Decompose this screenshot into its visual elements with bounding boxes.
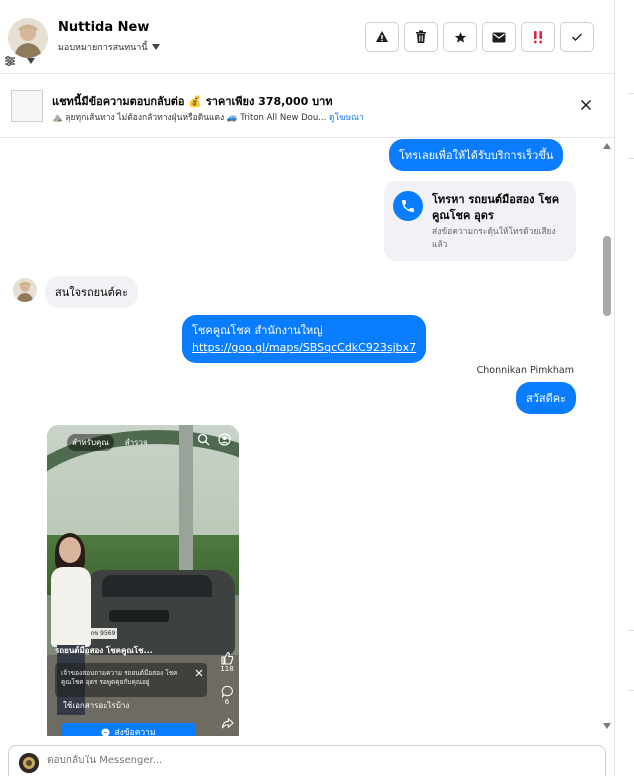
delete-button[interactable] [404,22,438,52]
checkmark-icon [572,33,582,41]
sender-name: Chonnikan Pimkham [476,365,574,376]
call-card-subtitle: ส่งข้อความกระตุ้นให้โทรด้วยเสียงแล้ว [432,227,556,250]
chevron-down-icon [151,44,160,50]
message-text: โชคคูณโชค สำนักงานใหญ่ [192,324,323,337]
comment-count: 6 [224,698,230,706]
maps-link[interactable]: https://goo.gl/maps/SBSqcCdkC923sjbx7 [192,339,416,356]
mark-done-button[interactable] [560,22,594,52]
follow-up-icon [533,31,543,44]
alert-triangle-icon [376,31,388,42]
call-card-title: โทรหา รถยนต์มือสอง โชคคูณโชค อุดร [432,193,560,222]
contact-name[interactable]: Nuttida New [58,20,149,35]
comment-icon [221,685,233,698]
star-icon [454,31,466,43]
trash-icon [416,30,426,43]
close-icon[interactable] [578,97,594,113]
share-icon [221,717,234,729]
assign-conversation-dropdown[interactable]: มอบหมายการสนทนานี้ [58,40,160,54]
message-thread[interactable]: โทรเลยเพื่อให้ได้รับบริการเร็วขึ้น โทรหา… [0,139,600,736]
reply-input[interactable] [47,755,567,766]
filter-menu-button[interactable] [4,54,38,68]
view-ad-link[interactable]: ดูโฆษณา [329,113,364,123]
call-request-card[interactable]: โทรหา รถยนต์มือสอง โชคคูณโชค อุดร ส่งข้อ… [384,181,576,261]
contact-avatar[interactable] [8,18,48,58]
video-caption: รถยนต์มือสอง โชคคูณโช... [55,646,153,655]
tab-explore[interactable]: สำรวจ [120,434,153,451]
close-icon[interactable] [195,669,203,677]
ad-banner-title: แชทนี้มีข้อความตอบกลับต่อ 💰 ราคาเพียง 37… [52,95,333,108]
ad-banner-subtitle: ⛰️ ลุยทุกเส้นทาง ไม่ต้องกลัวทางฝุ่นหรือด… [52,110,364,124]
outgoing-message[interactable]: โชคคูณโชค สำนักงานใหญ่ https://goo.gl/ma… [182,315,427,363]
video-car-window [102,575,212,597]
thumbs-up-icon [221,651,234,665]
ad-banner-description: ⛰️ ลุยทุกเส้นทาง ไม่ต้องกลัวทางฝุ่นหรือด… [52,113,327,123]
thread-scrollbar[interactable] [600,139,614,736]
mark-spam-button[interactable] [365,22,399,52]
scroll-up-arrow-icon[interactable] [603,143,611,149]
header-actions [365,22,594,52]
ad-reply-banner: แชทนี้มีข้อความตอบกลับต่อ 💰 ราคาเพียง 37… [0,74,614,138]
contact-avatar-small [13,278,37,302]
comment-button[interactable]: 6 [219,685,235,706]
scroll-down-arrow-icon[interactable] [603,723,611,729]
video-sub-caption: ใช้เอกสารอะไรบ้าง [63,701,130,710]
conversation-header: Nuttida New มอบหมายการสนทนานี้ [0,0,614,74]
scrollbar-thumb[interactable] [603,236,611,316]
video-popup: เจ้าของสอบถามความ รถยนต์มือสอง โชคคูณโชค… [55,663,207,697]
ad-thumbnail [11,90,43,122]
share-button[interactable] [219,717,235,730]
envelope-icon [492,32,506,42]
star-button[interactable] [443,22,477,52]
like-count: 118 [220,665,234,673]
outgoing-message[interactable]: โทรเลยเพื่อให้ได้รับบริการเร็วขึ้น [389,139,564,171]
page-avatar [19,753,39,773]
messenger-icon [101,727,111,736]
license-plate: กข 9569 [89,628,117,639]
video-attachment[interactable]: กข 9569 สำหรับคุณ สำรวจ 118 6 รถยนต์มือส… [47,425,239,736]
incoming-message[interactable]: สนใจรถยนต์คะ [45,276,138,308]
assign-label: มอบหมายการสนทนานี้ [58,43,148,53]
like-button[interactable]: 118 [219,651,235,673]
mark-unread-button[interactable] [482,22,516,52]
search-icon[interactable] [197,433,210,446]
send-message-button[interactable]: ส่งข้อความ [61,723,196,736]
profile-icon[interactable] [218,433,231,446]
outgoing-message[interactable]: สวัสดีคะ [516,382,577,414]
send-message-label: ส่งข้อความ [114,728,156,736]
sliders-icon [5,56,15,66]
side-panel-edge [614,0,634,776]
phone-icon [393,191,423,221]
video-car-grille [109,610,169,622]
tab-for-you[interactable]: สำหรับคุณ [67,434,114,451]
follow-up-button[interactable] [521,22,555,52]
reply-composer[interactable] [8,745,606,776]
video-tabs: สำหรับคุณ สำรวจ [67,434,153,451]
video-popup-text: เจ้าของสอบถามความ รถยนต์มือสอง โชคคูณโชค… [61,669,178,686]
chevron-down-icon [27,58,35,64]
